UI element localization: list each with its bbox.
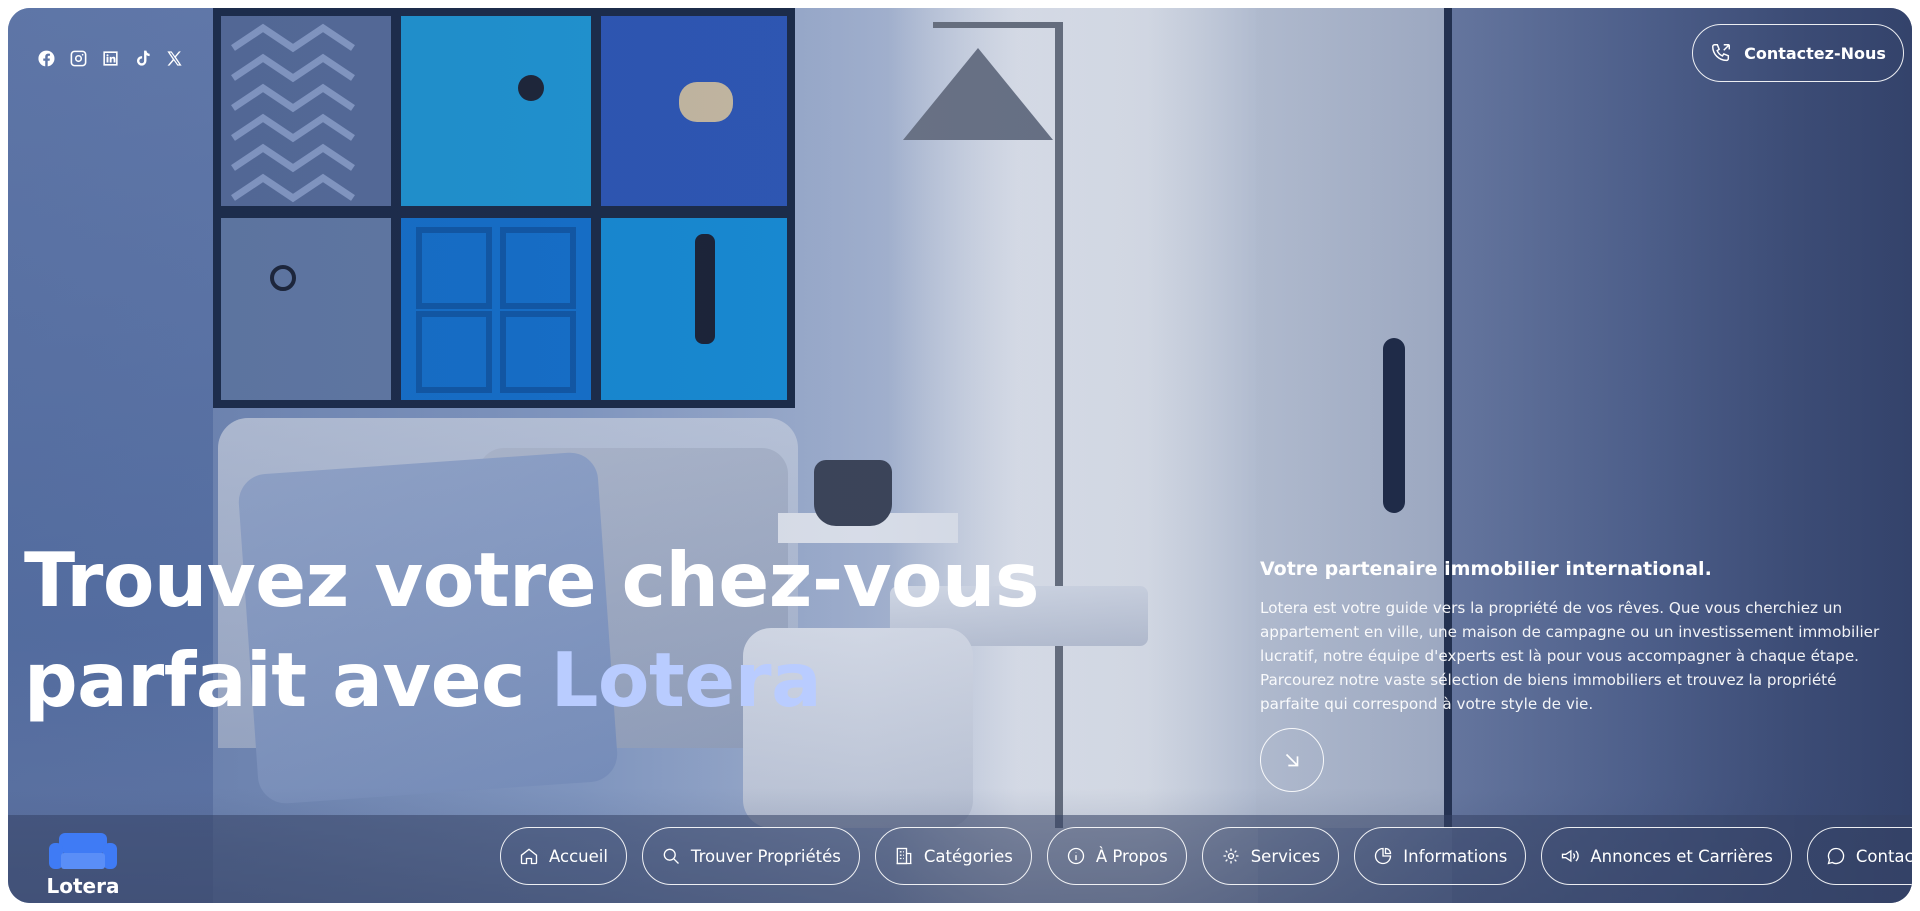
hero-title-line2: parfait avec [24,636,551,724]
nav-home-label: Accueil [549,846,608,866]
main-nav: Accueil Trouver Propriétés Catégories À … [500,827,1912,885]
nav-contact-label: Contact [1855,846,1912,866]
tiktok-icon[interactable] [132,48,152,68]
nav-services-label: Services [1250,846,1321,866]
nav-services[interactable]: Services [1201,827,1340,885]
facebook-icon[interactable] [36,48,56,68]
color-overlay [8,8,1912,903]
nav-announcements-careers[interactable]: Annonces et Carrières [1541,827,1792,885]
phone-icon [1712,44,1731,62]
contact-us-button[interactable]: Contactez-Nous [1692,24,1904,82]
nav-informations-label: Informations [1403,846,1508,866]
chat-icon [1827,847,1845,865]
contact-us-label: Contactez-Nous [1744,43,1886,63]
scroll-down-button[interactable] [1260,728,1324,792]
megaphone-icon [1562,849,1580,863]
linkedin-icon[interactable] [100,48,120,68]
hero-body-text: Lotera est votre guide vers la propriété… [1260,599,1880,713]
nav-about[interactable]: À Propos [1046,827,1187,885]
social-links [36,48,184,68]
arrow-down-right-icon [1285,753,1299,767]
building-icon [896,847,912,865]
nav-announcements-careers-label: Annonces et Carrières [1590,846,1773,866]
chart-icon [1375,847,1392,865]
info-icon [1067,847,1084,865]
instagram-icon[interactable] [68,48,88,68]
logo-text: Lotera [46,874,120,898]
home-icon [520,848,538,865]
nav-informations[interactable]: Informations [1354,827,1527,885]
nav-categories[interactable]: Catégories [874,827,1032,885]
bottom-navbar: Lotera Accueil Trouver Propriétés Catégo… [8,815,1912,903]
hero-subtitle: Votre partenaire immobilier internationa… [1260,558,1712,580]
hero-title: Trouvez votre chez-vous parfait avec Lot… [24,530,1040,730]
nav-home[interactable]: Accueil [500,827,627,885]
hero-description: Votre partenaire immobilier internationa… [1260,558,1900,716]
nav-about-label: À Propos [1095,846,1168,866]
nav-contact[interactable]: Contact [1806,827,1912,885]
sofa-logo-icon [47,831,119,871]
nav-find-properties-label: Trouver Propriétés [690,846,841,866]
nav-categories-label: Catégories [923,846,1013,866]
x-icon[interactable] [164,48,184,68]
services-icon [1223,848,1239,864]
hero-title-line1: Trouvez votre chez-vous [24,536,1040,624]
nav-find-properties[interactable]: Trouver Propriétés [641,827,860,885]
search-icon [663,848,679,864]
hero-title-brand: Lotera [550,636,822,724]
hero-section: Contactez-Nous Trouvez votre chez-vous p… [8,8,1912,903]
logo[interactable]: Lotera [38,831,128,898]
